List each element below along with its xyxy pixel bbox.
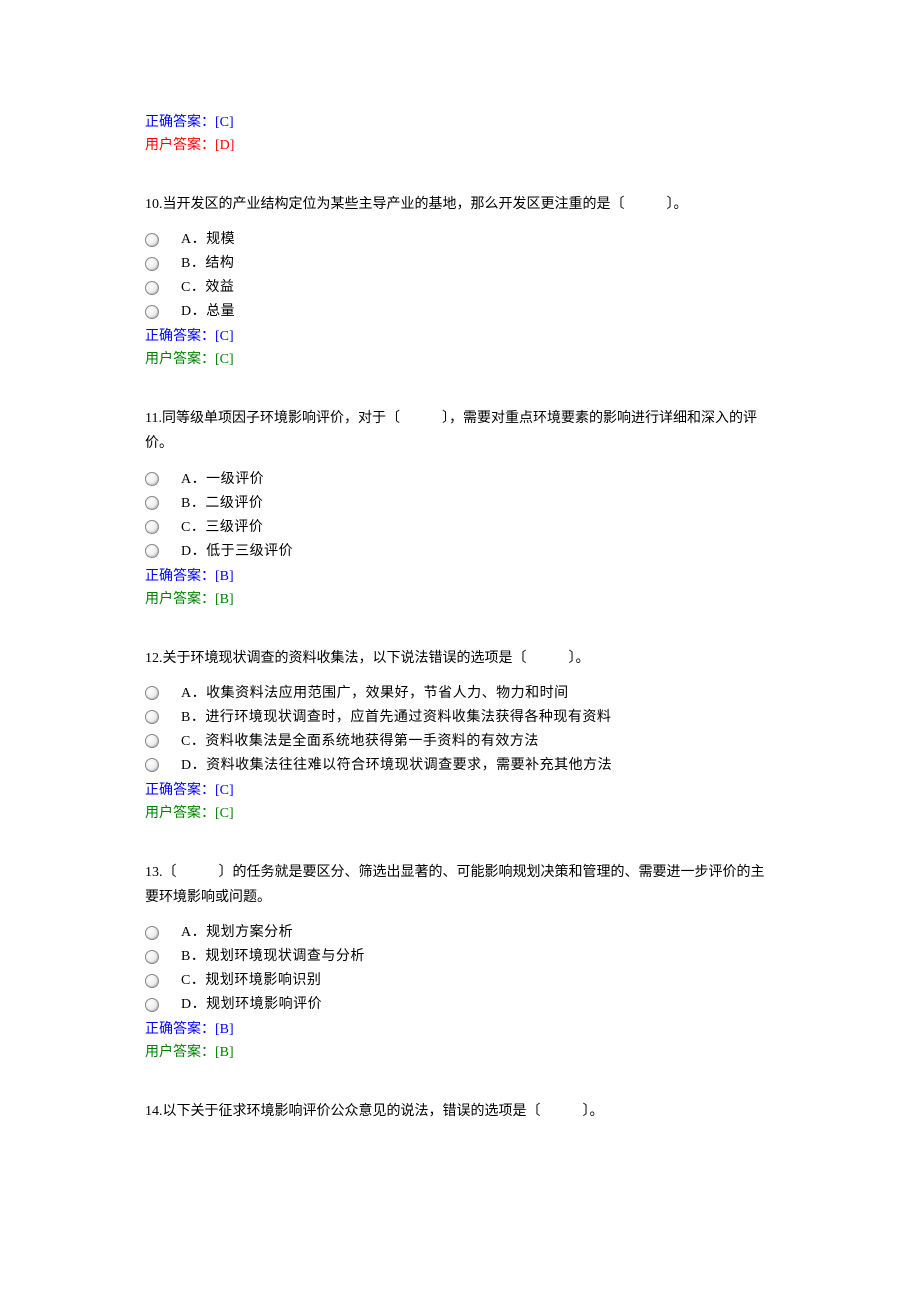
correct-answer-value: [C]	[215, 783, 234, 798]
option-b[interactable]: B．二级评价	[145, 493, 775, 514]
correct-answer-label: 正确答案：	[145, 1022, 215, 1037]
correct-answer-label: 正确答案：	[145, 783, 215, 798]
correct-answer: 正确答案：[C]	[145, 780, 775, 801]
correct-answer: 正确答案：[B]	[145, 1019, 775, 1040]
radio-icon	[145, 734, 159, 748]
option-b[interactable]: B．规划环境现状调查与分析	[145, 946, 775, 967]
option-d[interactable]: D．资料收集法往往难以符合环境现状调查要求，需要补充其他方法	[145, 755, 775, 776]
radio-icon	[145, 281, 159, 295]
radio-icon	[145, 758, 159, 772]
option-label: A．一级评价	[181, 469, 264, 490]
correct-answer-value: [B]	[215, 1022, 234, 1037]
option-b[interactable]: B．进行环境现状调查时，应首先通过资料收集法获得各种现有资料	[145, 707, 775, 728]
radio-icon	[145, 257, 159, 271]
question-text: 10.当开发区的产业结构定位为某些主导产业的基地，那么开发区更注重的是〔 〕。	[145, 192, 775, 217]
option-a[interactable]: A．一级评价	[145, 469, 775, 490]
radio-icon	[145, 544, 159, 558]
user-answer: 用户答案：[C]	[145, 349, 775, 370]
correct-answer-label: 正确答案：	[145, 115, 215, 130]
option-c[interactable]: C．三级评价	[145, 517, 775, 538]
option-c[interactable]: C．规划环境影响识别	[145, 970, 775, 991]
option-label: A．规模	[181, 229, 235, 250]
option-label: B．二级评价	[181, 493, 263, 514]
question-12: 12.关于环境现状调查的资料收集法，以下说法错误的选项是〔 〕。 A．收集资料法…	[145, 646, 775, 824]
radio-icon	[145, 472, 159, 486]
correct-answer-label: 正确答案：	[145, 329, 215, 344]
question-text: 14.以下关于征求环境影响评价公众意见的说法，错误的选项是〔 〕。	[145, 1099, 775, 1124]
user-answer-label: 用户答案：	[145, 1045, 215, 1060]
option-list: A．规模 B．结构 C．效益 D．总量	[145, 229, 775, 322]
user-answer-label: 用户答案：	[145, 806, 215, 821]
correct-answer-value: [C]	[215, 329, 234, 344]
prev-user-answer: 用户答案：[D]	[145, 135, 775, 156]
radio-icon	[145, 686, 159, 700]
correct-answer-label: 正确答案：	[145, 569, 215, 584]
option-label: A．规划方案分析	[181, 922, 293, 943]
prev-correct-answer: 正确答案：[C]	[145, 112, 775, 133]
correct-answer: 正确答案：[B]	[145, 566, 775, 587]
option-c[interactable]: C．效益	[145, 277, 775, 298]
radio-icon	[145, 998, 159, 1012]
option-a[interactable]: A．规模	[145, 229, 775, 250]
option-label: D．规划环境影响评价	[181, 994, 322, 1015]
user-answer-value: [C]	[215, 806, 234, 821]
radio-icon	[145, 926, 159, 940]
correct-answer-value: [C]	[215, 115, 234, 130]
option-label: A．收集资料法应用范围广，效果好，节省人力、物力和时间	[181, 683, 569, 704]
option-label: B．结构	[181, 253, 234, 274]
radio-icon	[145, 710, 159, 724]
user-answer: 用户答案：[B]	[145, 1042, 775, 1063]
correct-answer: 正确答案：[C]	[145, 326, 775, 347]
option-b[interactable]: B．结构	[145, 253, 775, 274]
user-answer-value: [B]	[215, 1045, 234, 1060]
question-14: 14.以下关于征求环境影响评价公众意见的说法，错误的选项是〔 〕。	[145, 1099, 775, 1124]
user-answer: 用户答案：[C]	[145, 803, 775, 824]
option-d[interactable]: D．总量	[145, 301, 775, 322]
radio-icon	[145, 520, 159, 534]
radio-icon	[145, 950, 159, 964]
option-label: B．规划环境现状调查与分析	[181, 946, 365, 967]
radio-icon	[145, 974, 159, 988]
question-10: 10.当开发区的产业结构定位为某些主导产业的基地，那么开发区更注重的是〔 〕。 …	[145, 192, 775, 370]
user-answer-label: 用户答案：	[145, 352, 215, 367]
option-a[interactable]: A．收集资料法应用范围广，效果好，节省人力、物力和时间	[145, 683, 775, 704]
question-text: 13.〔 〕的任务就是要区分、筛选出显著的、可能影响规划决策和管理的、需要进一步…	[145, 860, 775, 910]
option-label: C．资料收集法是全面系统地获得第一手资料的有效方法	[181, 731, 539, 752]
user-answer-label: 用户答案：	[145, 592, 215, 607]
user-answer-value: [D]	[215, 138, 234, 153]
option-label: C．三级评价	[181, 517, 263, 538]
user-answer: 用户答案：[B]	[145, 589, 775, 610]
option-label: C．规划环境影响识别	[181, 970, 321, 991]
option-label: C．效益	[181, 277, 234, 298]
option-d[interactable]: D．规划环境影响评价	[145, 994, 775, 1015]
option-list: A．收集资料法应用范围广，效果好，节省人力、物力和时间 B．进行环境现状调查时，…	[145, 683, 775, 776]
user-answer-value: [C]	[215, 352, 234, 367]
radio-icon	[145, 233, 159, 247]
user-answer-label: 用户答案：	[145, 138, 215, 153]
correct-answer-value: [B]	[215, 569, 234, 584]
question-text: 12.关于环境现状调查的资料收集法，以下说法错误的选项是〔 〕。	[145, 646, 775, 671]
option-label: D．总量	[181, 301, 235, 322]
option-list: A．一级评价 B．二级评价 C．三级评价 D．低于三级评价	[145, 469, 775, 562]
radio-icon	[145, 496, 159, 510]
option-label: D．低于三级评价	[181, 541, 293, 562]
option-label: B．进行环境现状调查时，应首先通过资料收集法获得各种现有资料	[181, 707, 611, 728]
option-c[interactable]: C．资料收集法是全面系统地获得第一手资料的有效方法	[145, 731, 775, 752]
user-answer-value: [B]	[215, 592, 234, 607]
radio-icon	[145, 305, 159, 319]
question-text: 11.同等级单项因子环境影响评价，对于〔 〕，需要对重点环境要素的影响进行详细和…	[145, 406, 775, 456]
option-a[interactable]: A．规划方案分析	[145, 922, 775, 943]
document-page: 正确答案：[C] 用户答案：[D] 10.当开发区的产业结构定位为某些主导产业的…	[0, 0, 920, 1210]
question-13: 13.〔 〕的任务就是要区分、筛选出显著的、可能影响规划决策和管理的、需要进一步…	[145, 860, 775, 1063]
option-list: A．规划方案分析 B．规划环境现状调查与分析 C．规划环境影响识别 D．规划环境…	[145, 922, 775, 1015]
option-d[interactable]: D．低于三级评价	[145, 541, 775, 562]
question-11: 11.同等级单项因子环境影响评价，对于〔 〕，需要对重点环境要素的影响进行详细和…	[145, 406, 775, 609]
option-label: D．资料收集法往往难以符合环境现状调查要求，需要补充其他方法	[181, 755, 612, 776]
